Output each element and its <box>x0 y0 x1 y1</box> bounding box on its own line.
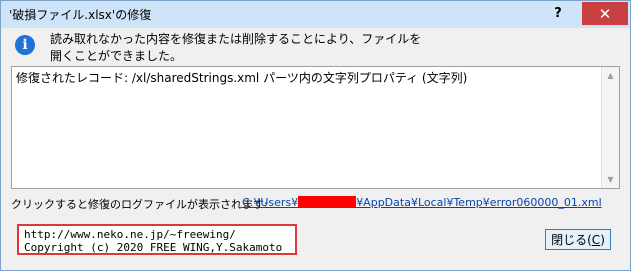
log-label: クリックすると修復のログファイルが表示されます: <box>11 198 268 211</box>
credit-copyright: Copyright (c) 2020 FREE WING,Y.Sakamoto <box>24 241 283 254</box>
close-icon[interactable]: ✕ <box>582 2 628 25</box>
log-path-suffix: ¥AppData¥Local¥Temp¥error060000_01.xml <box>356 196 602 209</box>
repair-dialog: '破損ファイル.xlsx'の修復 ? ✕ i 読み取れなかった内容を修復または削… <box>0 0 631 271</box>
redacted-username <box>298 196 357 208</box>
repair-details-box[interactable]: 修復されたレコード: /xl/sharedStrings.xml パーツ内の文字… <box>11 66 620 189</box>
close-button-label: 閉じる( <box>551 233 592 247</box>
scroll-up-icon[interactable]: ▲ <box>602 67 619 84</box>
credit-url: http://www.neko.ne.jp/~freewing/ <box>24 228 236 241</box>
title-bar[interactable]: '破損ファイル.xlsx'の修復 ? ✕ <box>1 1 630 28</box>
close-button-mnemonic: C <box>591 232 601 247</box>
vertical-scrollbar[interactable]: ▲ ▼ <box>601 67 619 188</box>
dialog-title: '破損ファイル.xlsx'の修復 <box>9 8 152 22</box>
close-button[interactable]: 閉じる(C) <box>545 229 611 250</box>
info-icon: i <box>15 35 35 55</box>
close-button-suffix: ) <box>600 232 605 247</box>
repair-message: 読み取れなかった内容を修復または削除することにより、ファイルを開くことができまし… <box>50 32 422 63</box>
credit-banner: http://www.neko.ne.jp/~freewing/ Copyrig… <box>17 224 297 255</box>
log-file-link[interactable]: C:¥Users¥ ¥AppData¥Local¥Temp¥error060000… <box>242 196 602 209</box>
help-button[interactable]: ? <box>537 2 579 25</box>
scroll-down-icon[interactable]: ▼ <box>602 171 619 188</box>
repair-details-text: 修復されたレコード: /xl/sharedStrings.xml パーツ内の文字… <box>16 71 468 85</box>
log-path-prefix: C:¥Users¥ <box>242 196 299 209</box>
